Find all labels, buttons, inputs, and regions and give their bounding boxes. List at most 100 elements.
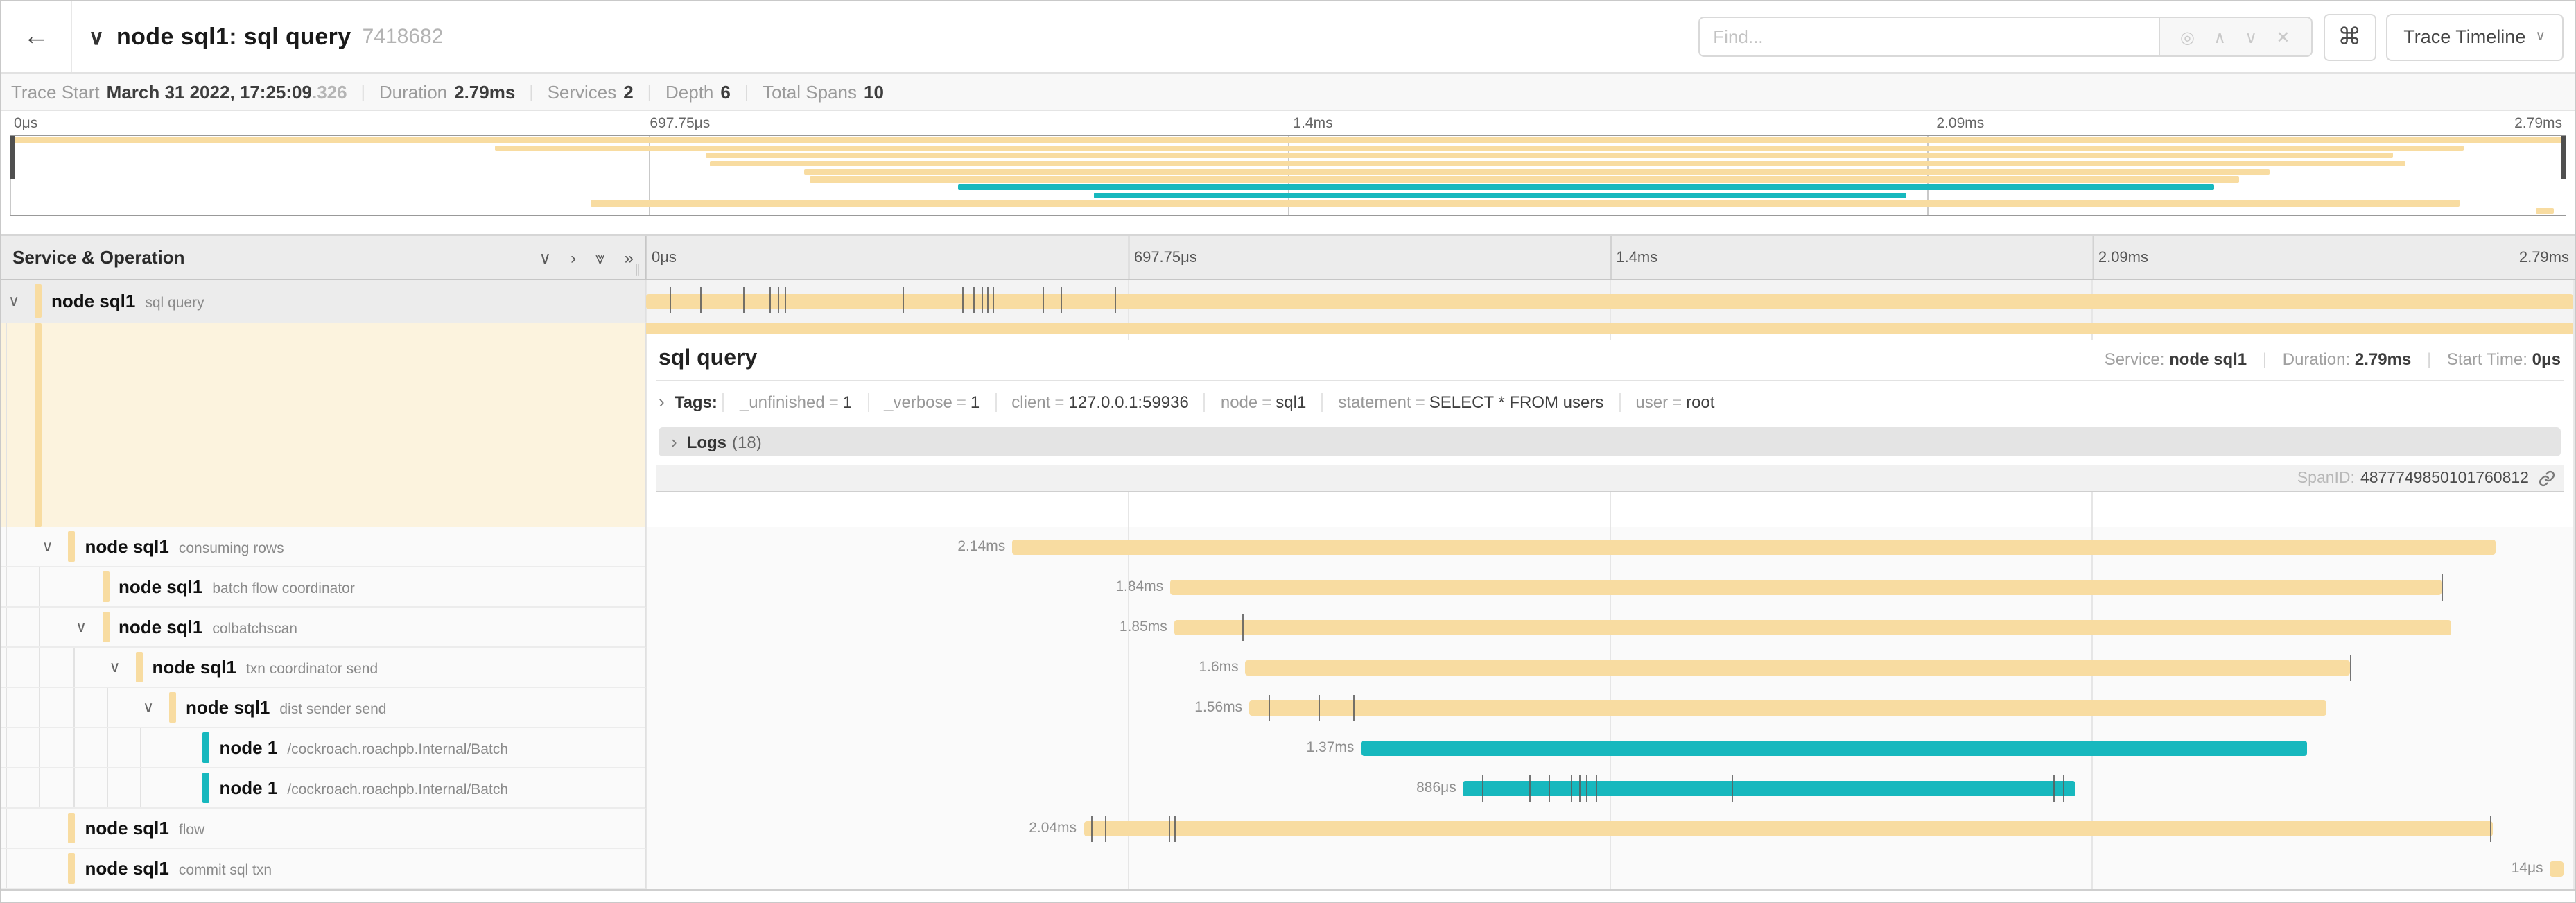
depth-value: 6 xyxy=(720,81,730,102)
log-marker xyxy=(2442,574,2444,601)
find-buttons: ◎ ∧ ∨ ✕ xyxy=(2158,17,2312,57)
span-color-bar xyxy=(203,732,210,764)
next-result-icon[interactable]: ∨ xyxy=(2245,28,2257,45)
trace-start-value: March 31 2022, 17:25:09.326 xyxy=(107,81,347,102)
span-row[interactable]: node 1/cockroach.roachpb.Internal/Batch8… xyxy=(1,768,2575,809)
chevron-down-icon[interactable]: ∨ xyxy=(42,538,53,556)
log-marker xyxy=(742,287,744,313)
tags-row[interactable]: › Tags: _unfinished=1 _verbose=1 client=… xyxy=(656,381,2564,420)
span-color-bar xyxy=(203,772,210,804)
indent-guide xyxy=(107,688,108,727)
span-name-cell[interactable]: node sql1batch flow coordinator xyxy=(1,567,646,608)
span-name-cell[interactable]: ∨ node sql1sql query xyxy=(1,280,646,323)
prev-result-icon[interactable]: ∧ xyxy=(2213,28,2226,45)
span-bar[interactable] xyxy=(646,294,2573,309)
span-bar[interactable] xyxy=(2550,861,2564,877)
keyboard-shortcuts-button[interactable]: ⌘ xyxy=(2323,13,2376,60)
chevron-down-icon[interactable]: ∨ xyxy=(76,618,87,636)
span-id-value: 4877749850101760812 xyxy=(2360,470,2529,486)
span-name-cell[interactable]: ∨node sql1consuming rows xyxy=(1,527,646,567)
span-name-cell[interactable]: node 1/cockroach.roachpb.Internal/Batch xyxy=(1,768,646,809)
chevron-down-icon[interactable]: ∨ xyxy=(110,658,121,676)
collapse-deep-icon[interactable]: ⩔ xyxy=(595,249,605,266)
indent-guide xyxy=(40,688,41,727)
chevron-down-icon[interactable]: ∨ xyxy=(143,698,154,716)
span-row[interactable]: node 1/cockroach.roachpb.Internal/Batch1… xyxy=(1,728,2575,768)
span-row[interactable]: node sql1flow 2.04ms xyxy=(1,809,2575,849)
span-row[interactable]: ∨node sql1consuming rows2.14ms xyxy=(1,527,2575,567)
span-timeline-cell[interactable]: 886μs xyxy=(646,768,2575,809)
span-row[interactable]: ∨node sql1dist sender send 1.56ms xyxy=(1,688,2575,728)
column-resizer-grip[interactable]: ∥ xyxy=(634,262,641,277)
span-bar[interactable] xyxy=(1012,540,2496,555)
trace-view-selector-button[interactable]: Trace Timeline ∨ xyxy=(2385,13,2564,60)
chevron-down-icon[interactable]: ∨ xyxy=(8,292,19,310)
chevron-right-icon[interactable]: › xyxy=(659,391,665,412)
span-row[interactable]: ∨ node sql1sql query xyxy=(1,280,2575,323)
service-name: node sql1sql query xyxy=(51,291,204,311)
span-duration-label: 1.56ms xyxy=(1194,688,1249,728)
duration-label: Duration: xyxy=(2283,350,2350,369)
span-timeline-cell[interactable]: 2.14ms xyxy=(646,527,2575,567)
log-marker xyxy=(700,287,702,313)
chevron-right-icon: › xyxy=(671,431,677,452)
span-bar[interactable] xyxy=(1249,700,2326,716)
separator: | xyxy=(745,82,749,101)
span-timeline-cell[interactable]: 1.84ms xyxy=(646,567,2575,608)
span-timeline-cell[interactable]: 1.6ms xyxy=(646,648,2575,688)
log-marker xyxy=(1319,695,1320,721)
service-name: node sql1flow xyxy=(85,818,205,839)
collapse-trace-chevron-icon[interactable]: ∨ xyxy=(89,24,104,49)
span-name-cell[interactable]: ∨node sql1dist sender send xyxy=(1,688,646,728)
indent-guide xyxy=(107,728,108,767)
operation-name: txn coordinator send xyxy=(246,661,378,678)
span-row[interactable]: ∨node sql1colbatchscan1.85ms xyxy=(1,608,2575,648)
timeline-minimap[interactable] xyxy=(10,135,2566,216)
span-name-cell[interactable]: ∨node sql1colbatchscan xyxy=(1,608,646,648)
span-detail-row: sql query Service: node sql1 | Duration:… xyxy=(1,323,2575,527)
span-timeline-cell[interactable]: 1.85ms xyxy=(646,608,2575,648)
log-marker xyxy=(1269,695,1270,721)
span-bar[interactable] xyxy=(1084,821,2492,836)
trace-start-label: Trace Start xyxy=(11,81,100,102)
span-name-cell[interactable]: node sql1commit sql txn xyxy=(1,849,646,889)
back-button[interactable]: ← xyxy=(1,1,72,72)
clear-search-icon[interactable]: ✕ xyxy=(2276,28,2290,45)
span-timeline-cell[interactable] xyxy=(646,280,2575,323)
service-value: node sql1 xyxy=(2169,350,2247,369)
expand-one-icon[interactable]: › xyxy=(571,249,576,266)
span-timeline-cell[interactable]: 14μs xyxy=(646,849,2575,889)
span-bar[interactable] xyxy=(1463,781,2076,796)
span-row[interactable]: ∨node sql1txn coordinator send1.6ms xyxy=(1,648,2575,688)
span-bar[interactable] xyxy=(1170,580,2442,595)
minimap-left-scrubber[interactable] xyxy=(10,136,15,180)
span-color-bar xyxy=(102,571,109,603)
link-icon[interactable] xyxy=(2539,470,2555,486)
span-row[interactable]: node sql1batch flow coordinator1.84ms xyxy=(1,567,2575,608)
header-controls: ◎ ∧ ∨ ✕ ⌘ Trace Timeline ∨ xyxy=(1698,1,2575,72)
span-name-cell[interactable]: ∨node sql1txn coordinator send xyxy=(1,648,646,688)
tag-item: node=sql1 xyxy=(1204,392,1321,411)
span-bar[interactable] xyxy=(1361,741,2307,756)
indent-guide xyxy=(107,768,108,807)
locate-icon[interactable]: ◎ xyxy=(2180,28,2195,45)
span-name-cell[interactable]: node 1/cockroach.roachpb.Internal/Batch xyxy=(1,728,646,768)
span-timeline-cell[interactable]: 1.37ms xyxy=(646,728,2575,768)
content-bottom-border xyxy=(1,889,2575,891)
minimap-right-scrubber[interactable] xyxy=(2561,136,2566,180)
minimap-span-bar xyxy=(958,184,2213,191)
depth-label: Depth xyxy=(665,81,713,102)
span-row[interactable]: node sql1commit sql txn14μs xyxy=(1,849,2575,889)
span-bar[interactable] xyxy=(1246,660,2350,676)
span-timeline-cell[interactable]: 2.04ms xyxy=(646,809,2575,849)
span-name-cell[interactable]: node sql1flow xyxy=(1,809,646,849)
collapse-all-icon[interactable]: ∨ xyxy=(539,249,551,266)
log-marker xyxy=(903,287,904,313)
find-input[interactable] xyxy=(1698,17,2158,57)
logs-toggle[interactable]: › Logs (18) xyxy=(659,427,2561,456)
expand-all-icon[interactable]: » xyxy=(625,249,634,266)
span-id-label: SpanID: xyxy=(2297,470,2355,486)
span-bar[interactable] xyxy=(1174,620,2452,635)
span-timeline-cell[interactable]: 1.56ms xyxy=(646,688,2575,728)
span-detail-title: sql query xyxy=(659,347,2105,372)
